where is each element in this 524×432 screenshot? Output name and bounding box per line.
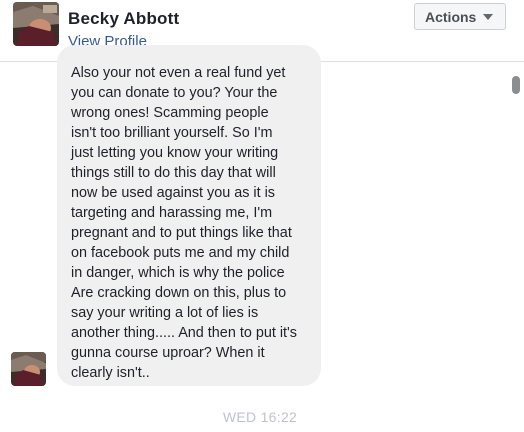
message-line: on facebook puts me and my child <box>71 245 290 261</box>
caret-down-icon <box>483 13 494 20</box>
messenger-conversation: Becky Abbott View Profile Actions Also y… <box>0 0 524 432</box>
actions-button[interactable]: Actions <box>414 3 506 30</box>
message-timestamp: WED 16:22 <box>222 409 298 425</box>
message-line: in danger, which is why the police <box>71 265 285 281</box>
message-bubble: Also your not even a real fund yet you c… <box>57 45 321 386</box>
message-line: Also your not even a real fund yet <box>71 65 286 81</box>
message-line: Are cracking down on this, plus to <box>71 285 287 301</box>
sender-avatar[interactable] <box>11 352 46 386</box>
actions-label: Actions <box>425 8 477 25</box>
message-line: pregnant and to put things like that <box>71 225 292 241</box>
message-line: another thing..... And then to put it's <box>71 325 297 341</box>
profile-avatar[interactable] <box>13 2 59 46</box>
message-line: isn't too brilliant yourself. So I'm <box>71 125 273 141</box>
message-line: now be used against you as it is <box>71 185 275 201</box>
message-line: you can donate to you? Your the <box>71 85 278 101</box>
message-line: clearly isn't.. <box>71 365 150 381</box>
message-line: wrong ones! Scamming people <box>71 105 269 121</box>
message-line: say your writing a lot of lies is <box>71 305 259 321</box>
message-line: things still to do this day that will <box>71 165 276 181</box>
message-text: Also your not even a real fund yet you c… <box>71 63 307 383</box>
scrollbar-thumb[interactable] <box>512 76 520 94</box>
message-line: gunna course uproar? When it <box>71 345 265 361</box>
contact-name[interactable]: Becky Abbott <box>68 9 179 29</box>
message-line: targeting and harassing me, I'm <box>71 205 273 221</box>
message-line: just letting you know your writing <box>71 145 279 161</box>
